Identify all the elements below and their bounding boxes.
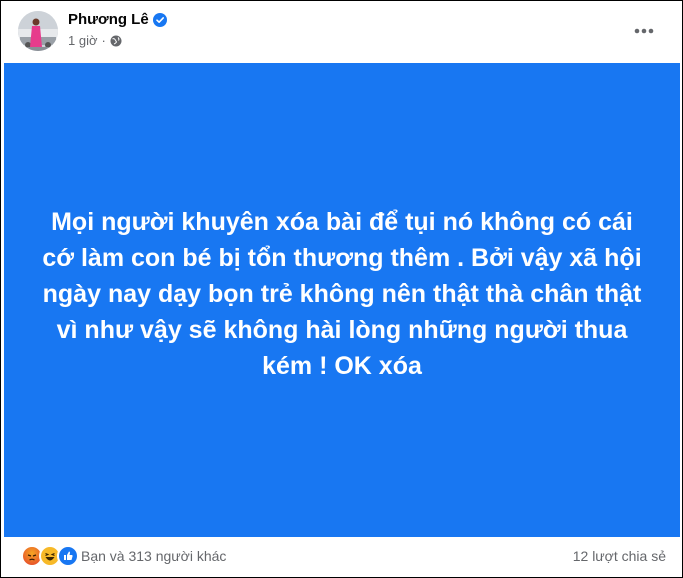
post-header: Phương Lê 1 giờ · xyxy=(1,1,682,63)
like-reaction-icon xyxy=(57,545,79,567)
more-options-icon xyxy=(634,28,654,34)
share-count[interactable]: 12 lượt chia sẻ xyxy=(573,548,666,564)
meta-separator: · xyxy=(101,33,106,48)
post-card: Phương Lê 1 giờ · Mọi người khuyên xóa b… xyxy=(0,0,683,578)
globe-icon[interactable] xyxy=(110,35,122,47)
post-background[interactable]: Mọi người khuyên xóa bài để tụi nó không… xyxy=(4,63,680,537)
verified-badge-icon xyxy=(152,12,167,27)
more-options-button[interactable] xyxy=(629,19,659,43)
avatar[interactable] xyxy=(18,11,58,51)
post-text: Mọi người khuyên xóa bài để tụi nó không… xyxy=(42,207,642,380)
avatar-photo xyxy=(18,11,58,51)
author-name[interactable]: Phương Lê xyxy=(68,11,149,28)
reaction-icons[interactable] xyxy=(21,545,79,567)
post-time[interactable]: 1 giờ xyxy=(68,33,98,48)
post-footer: Bạn và 313 người khác 12 lượt chia sẻ xyxy=(1,537,682,577)
reaction-count[interactable]: Bạn và 313 người khác xyxy=(81,548,226,564)
